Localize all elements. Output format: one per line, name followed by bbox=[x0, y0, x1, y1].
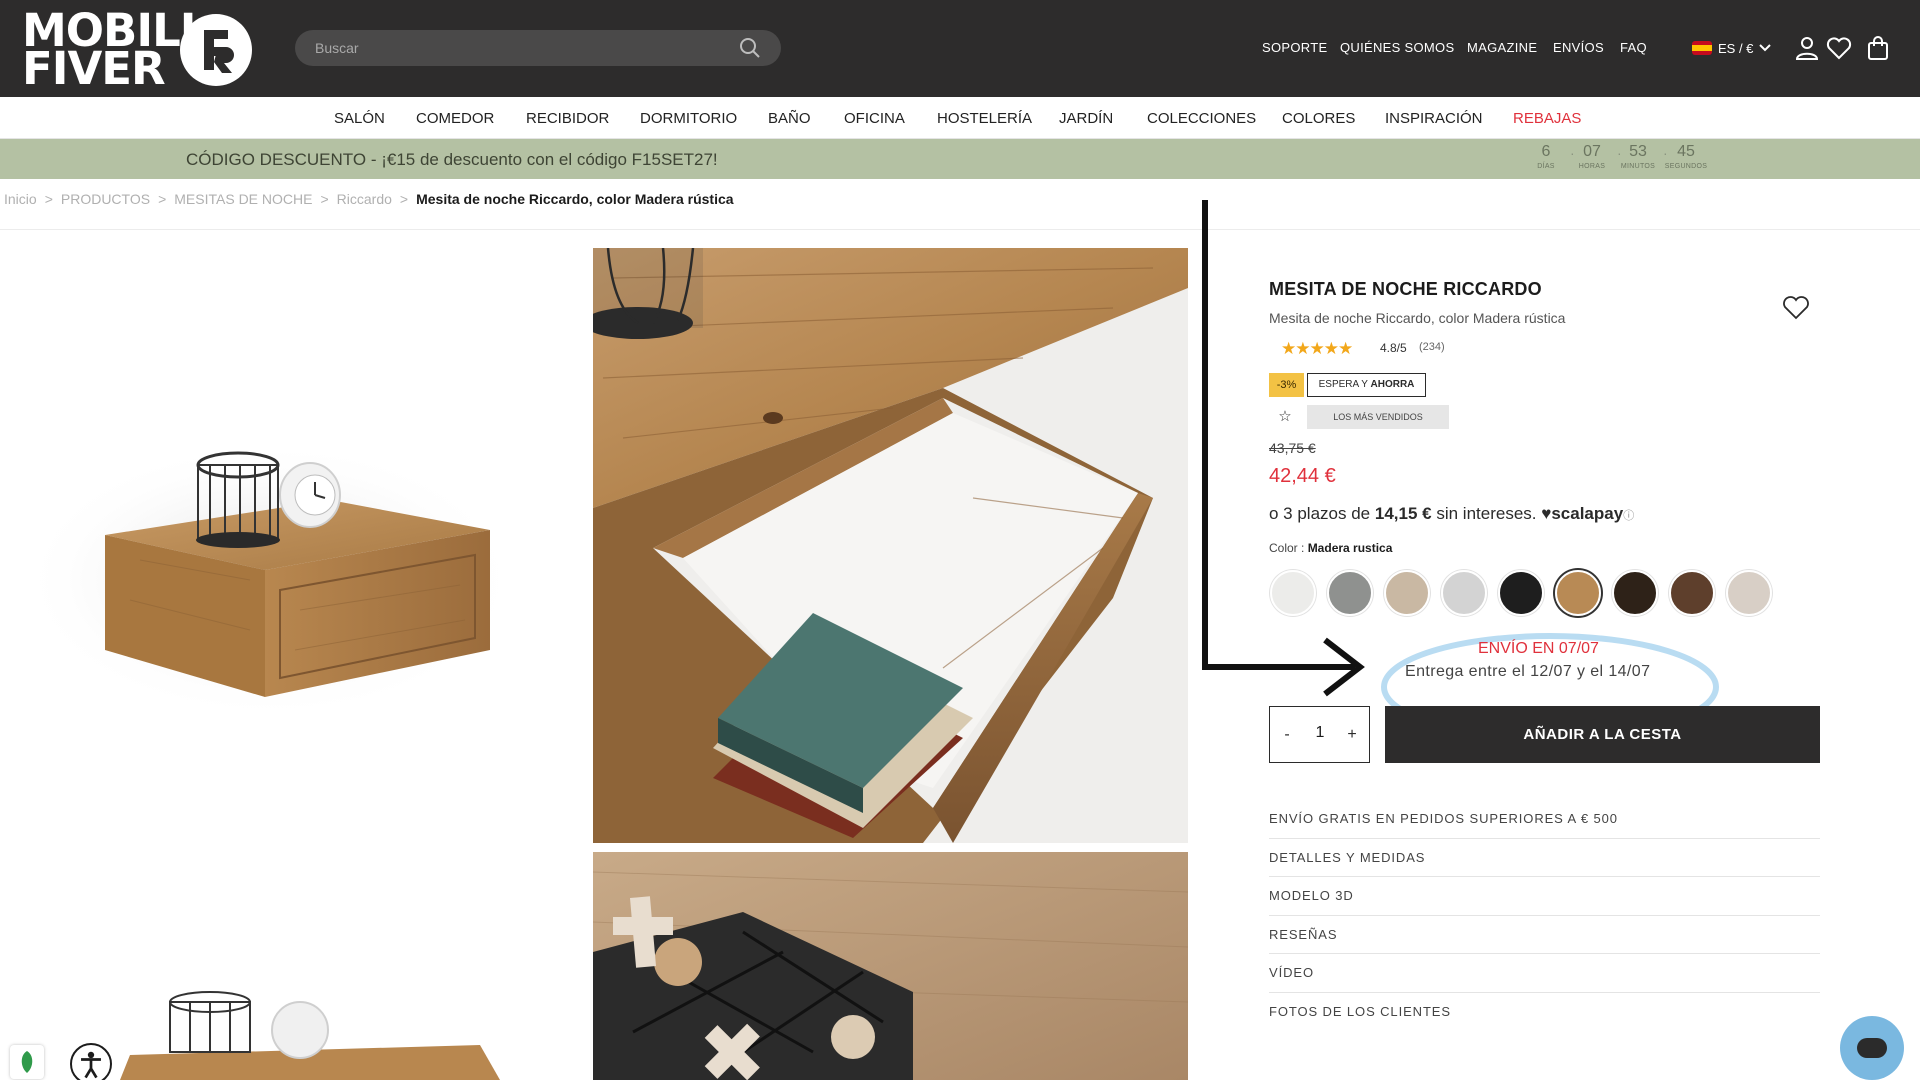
product-photo-drawer[interactable] bbox=[593, 248, 1188, 843]
countdown-hours: 07 HORAS bbox=[1578, 143, 1606, 170]
chat-button[interactable] bbox=[1840, 1016, 1904, 1080]
accordion-video[interactable]: VÍDEO bbox=[1269, 954, 1820, 993]
cat-recibidor[interactable]: RECIBIDOR bbox=[526, 110, 609, 127]
quantity-decrease-button[interactable]: - bbox=[1276, 724, 1298, 746]
cat-dormitorio[interactable]: DORMITORIO bbox=[640, 110, 737, 127]
header: MOBILI FIVER SOPORTE QUIÉNES SOMOS MAGAZ… bbox=[0, 0, 1920, 97]
delivery-window: Entrega entre el 12/07 y el 14/07 bbox=[1405, 663, 1651, 680]
color-swatch[interactable] bbox=[1726, 570, 1772, 616]
scalapay-logo[interactable]: ♥scalapay bbox=[1541, 504, 1623, 523]
promo-banner: CÓDIGO DESCUENTO - ¡€15 de descuento con… bbox=[0, 139, 1920, 179]
countdown-seconds: 45 SEGUNDOS bbox=[1664, 143, 1708, 170]
add-to-cart-button[interactable]: AÑADIR A LA CESTA bbox=[1385, 706, 1820, 763]
category-nav: SALÓN COMEDOR RECIBIDOR DORMITORIO BAÑO … bbox=[0, 97, 1920, 139]
quantity-value[interactable]: 1 bbox=[1305, 724, 1335, 742]
color-swatch[interactable] bbox=[1441, 570, 1487, 616]
rating-count: (234) bbox=[1419, 341, 1445, 353]
cat-inspiracion[interactable]: INSPIRACIÓN bbox=[1385, 110, 1483, 127]
color-swatch[interactable] bbox=[1555, 570, 1601, 616]
cat-bano[interactable]: BAÑO bbox=[768, 110, 811, 127]
lamp-icon bbox=[593, 248, 703, 339]
accordion-3d-model[interactable]: MODELO 3D bbox=[1269, 877, 1820, 916]
breadcrumb-inicio[interactable]: Inicio bbox=[4, 191, 37, 207]
accordion-reviews[interactable]: RESEÑAS bbox=[1269, 916, 1820, 954]
countdown-minutes: 53 MINUTOS bbox=[1620, 143, 1656, 170]
divider bbox=[0, 229, 1920, 230]
accordion-details[interactable]: DETALLES Y MEDIDAS bbox=[1269, 839, 1820, 877]
quantity-stepper: - 1 + bbox=[1269, 706, 1370, 763]
breadcrumb-riccardo[interactable]: Riccardo bbox=[337, 191, 392, 207]
promo-message: CÓDIGO DESCUENTO - ¡€15 de descuento con… bbox=[186, 150, 718, 169]
top-nav-envios[interactable]: ENVÍOS bbox=[1553, 40, 1604, 55]
product-accordion: ENVÍO GRATIS EN PEDIDOS SUPERIORES A € 5… bbox=[1269, 800, 1820, 1031]
cat-colores[interactable]: COLORES bbox=[1282, 110, 1355, 127]
cat-jardin[interactable]: JARDÍN bbox=[1059, 110, 1113, 127]
accordion-free-shipping[interactable]: ENVÍO GRATIS EN PEDIDOS SUPERIORES A € 5… bbox=[1269, 800, 1820, 839]
countdown-days: 6 DÍAS bbox=[1537, 143, 1555, 170]
cat-salon[interactable]: SALÓN bbox=[334, 110, 385, 127]
shipping-date: ENVÍO EN 07/07 bbox=[1478, 640, 1599, 657]
cat-oficina[interactable]: OFICINA bbox=[844, 110, 905, 127]
color-swatch[interactable] bbox=[1384, 570, 1430, 616]
clock-icon bbox=[279, 462, 341, 528]
chevron-down-icon bbox=[1759, 44, 1771, 52]
product-thumbnail[interactable] bbox=[60, 960, 500, 1080]
accessibility-icon[interactable] bbox=[70, 1043, 112, 1080]
spain-flag-icon bbox=[1692, 41, 1712, 55]
top-nav-quienes-somos[interactable]: QUIÉNES SOMOS bbox=[1340, 40, 1454, 55]
language-label: ES / € bbox=[1718, 41, 1754, 56]
breadcrumb-mesitas[interactable]: MESITAS DE NOCHE bbox=[174, 191, 312, 207]
chat-bubble-icon bbox=[1857, 1038, 1887, 1058]
cat-comedor[interactable]: COMEDOR bbox=[416, 110, 494, 127]
top-nav-soporte[interactable]: SOPORTE bbox=[1262, 40, 1327, 55]
product-main-image[interactable] bbox=[20, 380, 520, 740]
annotation-arrow bbox=[1202, 200, 1365, 697]
color-swatch[interactable] bbox=[1498, 570, 1544, 616]
breadcrumb-productos[interactable]: PRODUCTOS bbox=[61, 191, 150, 207]
cat-hosteleria[interactable]: HOSTELERÍA bbox=[937, 110, 1032, 127]
search-bar bbox=[295, 30, 781, 66]
search-input[interactable] bbox=[315, 38, 715, 58]
breadcrumb: Inicio > PRODUCTOS > MESITAS DE NOCHE > Riccar… bbox=[4, 191, 734, 207]
user-icon[interactable] bbox=[1794, 35, 1820, 61]
wishlist-heart-icon[interactable] bbox=[1782, 294, 1810, 320]
color-swatch[interactable] bbox=[1612, 570, 1658, 616]
accordion-customer-photos[interactable]: FOTOS DE LOS CLIENTES bbox=[1269, 993, 1820, 1032]
breadcrumb-current: Mesita de noche Riccardo, color Madera r… bbox=[416, 191, 734, 207]
top-nav-faq[interactable]: FAQ bbox=[1620, 40, 1647, 55]
info-icon[interactable]: ⓘ bbox=[1623, 510, 1634, 522]
shopping-bag-icon[interactable] bbox=[1865, 35, 1891, 61]
cat-rebajas[interactable]: REBAJAS bbox=[1513, 110, 1581, 127]
heart-icon[interactable] bbox=[1826, 35, 1852, 61]
logo[interactable]: MOBILI FIVER bbox=[22, 8, 252, 95]
rating-score: 4.8/5 bbox=[1380, 341, 1407, 355]
cat-colecciones[interactable]: COLECCIONES bbox=[1147, 110, 1256, 127]
leaf-icon[interactable] bbox=[10, 1045, 44, 1079]
color-swatch[interactable] bbox=[1669, 570, 1715, 616]
quantity-increase-button[interactable]: + bbox=[1341, 724, 1363, 746]
product-photo-detail[interactable] bbox=[593, 852, 1188, 1080]
search-icon[interactable] bbox=[739, 37, 761, 59]
logo-word-2: FIVER bbox=[22, 42, 166, 95]
top-nav-magazine[interactable]: MAGAZINE bbox=[1467, 40, 1537, 55]
logo-badge-icon bbox=[180, 14, 252, 86]
clock-icon bbox=[271, 1001, 329, 1059]
